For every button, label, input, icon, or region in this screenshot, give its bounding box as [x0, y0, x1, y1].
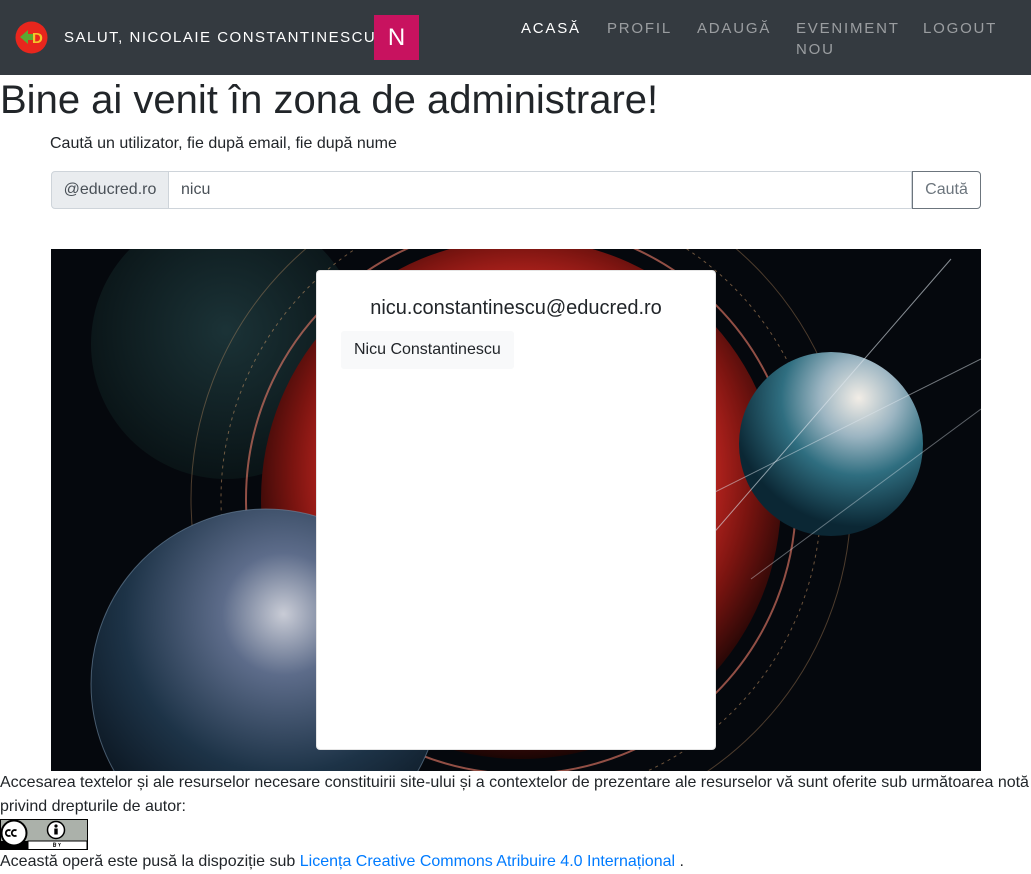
license-prefix: Această operă este pusă la dispoziție su… — [0, 853, 296, 870]
result-user-name-button[interactable]: Nicu Constantinescu — [341, 331, 514, 369]
email-domain-prefix: @educred.ro — [51, 171, 169, 209]
search-label: Caută un utilizator, fie după email, fie… — [50, 135, 397, 152]
search-group: @educred.ro Caută — [51, 171, 981, 209]
nav-profil[interactable]: PROFIL — [607, 18, 672, 39]
svg-text:D: D — [32, 30, 43, 47]
search-button[interactable]: Caută — [912, 171, 981, 209]
nav-logout[interactable]: LOGOUT — [923, 18, 997, 39]
copyright-notice: Accesarea textelor și ale resurselor nec… — [0, 774, 1029, 815]
top-navbar: D SALUT, NICOLAIE CONSTANTINESCU N ACASĂ… — [0, 0, 1031, 75]
nav-adauga[interactable]: ADAUGĂ — [697, 18, 771, 39]
result-email: nicu.constantinescu@educred.ro — [370, 297, 662, 319]
nav-acasa[interactable]: ACASĂ — [521, 18, 581, 39]
avatar-letter: N — [387, 23, 406, 51]
user-avatar[interactable]: N — [374, 15, 419, 60]
search-input[interactable] — [169, 171, 912, 209]
license-line: Această operă este pusă la dispoziție su… — [0, 850, 684, 874]
page-title: Bine ai venit în zona de administrare! — [0, 78, 659, 122]
user-greeting: SALUT, NICOLAIE CONSTANTINESCU — [64, 29, 377, 46]
educred-logo-icon[interactable]: D — [15, 21, 48, 54]
license-link[interactable]: Licența Creative Commons Atribuire 4.0 I… — [300, 853, 675, 870]
nav-eveniment-nou[interactable]: EVENIMENT NOU — [796, 18, 906, 60]
license-suffix: . — [679, 853, 684, 870]
cc-by-license-icon[interactable] — [0, 819, 88, 850]
user-result-card: nicu.constantinescu@educred.ro Nicu Cons… — [316, 270, 716, 750]
